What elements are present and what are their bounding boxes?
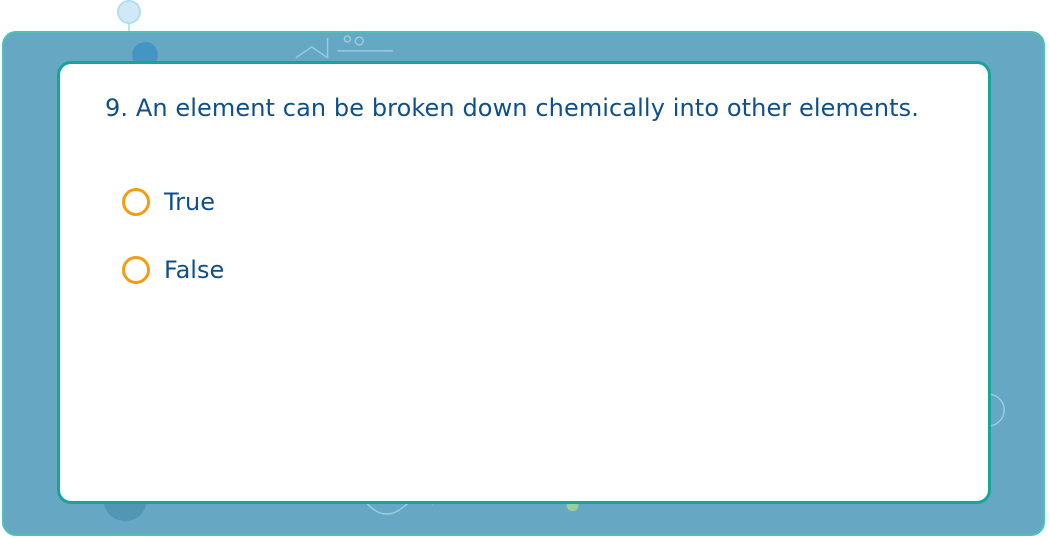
radio-circle-icon[interactable]: [122, 256, 150, 284]
question-text: 9. An element can be broken down chemica…: [105, 94, 919, 122]
option-false[interactable]: False: [122, 252, 224, 288]
quiz-stage: 9. An element can be broken down chemica…: [0, 0, 1049, 539]
answer-options: True False: [122, 184, 224, 320]
question-card: 9. An element can be broken down chemica…: [57, 61, 991, 504]
option-label: False: [164, 256, 225, 284]
radio-circle-icon[interactable]: [122, 188, 150, 216]
option-label: True: [164, 188, 215, 216]
option-true[interactable]: True: [122, 184, 224, 220]
